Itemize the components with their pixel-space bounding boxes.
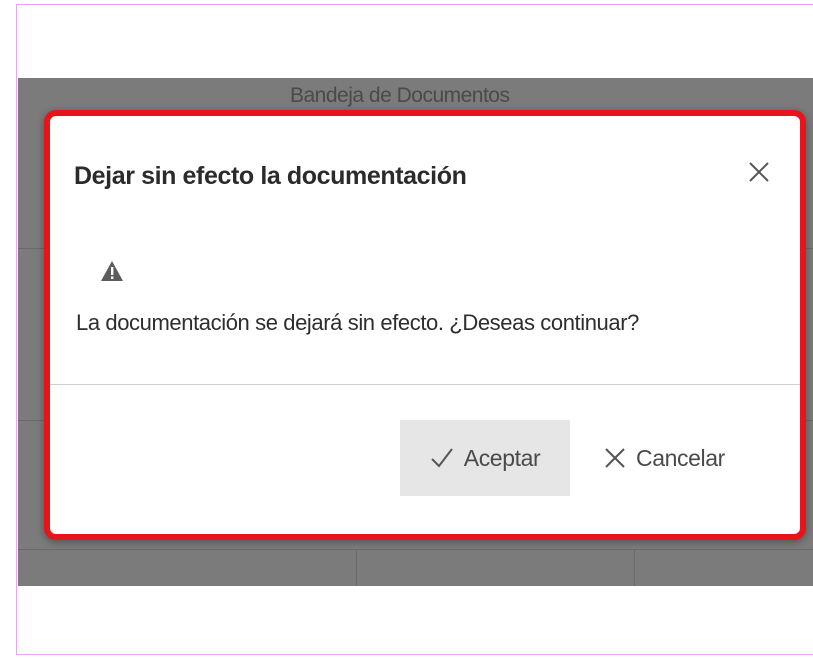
background-column-line [634,550,635,586]
close-icon [749,162,769,182]
dialog-close-button[interactable] [746,158,772,186]
dialog-message: La documentación se dejará sin efecto. ¿… [76,310,639,335]
confirm-dialog: Dejar sin efecto la documentación La doc… [44,110,806,540]
accept-button-label: Aceptar [463,444,541,471]
cancel-button-label: Cancelar [636,444,725,471]
background-page-title: Bandeja de Documentos [290,84,510,107]
close-icon [605,448,625,468]
warning-triangle-icon [101,261,123,281]
check-icon [431,448,453,468]
background-divider [18,549,813,550]
dialog-footer-divider [50,384,800,385]
accept-button[interactable]: Aceptar [400,420,570,496]
dialog-title: Dejar sin efecto la documentación [74,162,467,190]
cancel-button[interactable]: Cancelar [600,420,774,496]
background-column-line [356,550,357,586]
